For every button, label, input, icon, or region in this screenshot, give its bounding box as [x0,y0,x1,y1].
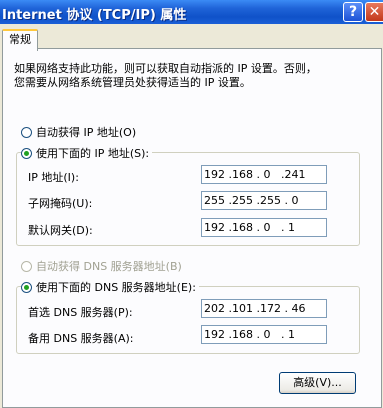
window-title: Internet 协议 (TCP/IP) 属性 [2,8,187,23]
radio-icon-checked [21,281,32,293]
radio-manual-dns[interactable]: 使用下面的 DNS 服务器地址(E): [21,279,199,295]
ip-address-field[interactable]: 192 .168 . 0 .241 [201,165,327,184]
alternate-dns-field[interactable]: 192 .168 . 0 . 1 [201,325,327,344]
radio-auto-dns-label: 自动获得 DNS 服务器地址(B) [36,260,182,273]
subnet-mask-field[interactable]: 255 .255 .255 . 0 [201,191,327,210]
radio-auto-ip[interactable]: 自动获得 IP 地址(O) [21,124,136,140]
default-gateway-field[interactable]: 192 .168 . 0 . 1 [201,218,327,237]
tab-general[interactable]: 常规 [2,29,38,51]
radio-icon-checked [21,147,32,159]
radio-icon [21,126,32,138]
close-button[interactable]: ✕ [365,2,383,22]
ip-address-label: IP 地址(I): [28,171,79,184]
subnet-mask-label: 子网掩码(U): [28,197,93,210]
title-bar: Internet 协议 (TCP/IP) 属性 ? ✕ [0,0,383,24]
radio-manual-ip[interactable]: 使用下面的 IP 地址(S): [21,145,153,161]
radio-auto-ip-label: 自动获得 IP 地址(O) [36,126,137,139]
preferred-dns-label: 首选 DNS 服务器(P): [28,306,133,319]
help-button[interactable]: ? [343,2,363,22]
radio-icon-disabled [21,260,32,272]
intro-line-2: 您需要从网络系统管理员处获得适当的 IP 设置。 [14,76,251,89]
radio-auto-dns[interactable]: 自动获得 DNS 服务器地址(B) [21,258,182,274]
advanced-button[interactable]: 高级(V)... [279,372,356,394]
radio-manual-dns-label: 使用下面的 DNS 服务器地址(E): [36,281,196,294]
alternate-dns-label: 备用 DNS 服务器(A): [28,332,134,345]
default-gateway-label: 默认网关(D): [28,224,93,237]
radio-manual-ip-label: 使用下面的 IP 地址(S): [36,147,150,160]
intro-text: 如果网络支持此功能，则可以获取自动指派的 IP 设置。否则， 您需要从网络系统管… [14,62,364,90]
intro-line-1: 如果网络支持此功能，则可以获取自动指派的 IP 设置。否则， [14,62,317,75]
preferred-dns-field[interactable]: 202 .101 .172 . 46 [201,299,327,318]
